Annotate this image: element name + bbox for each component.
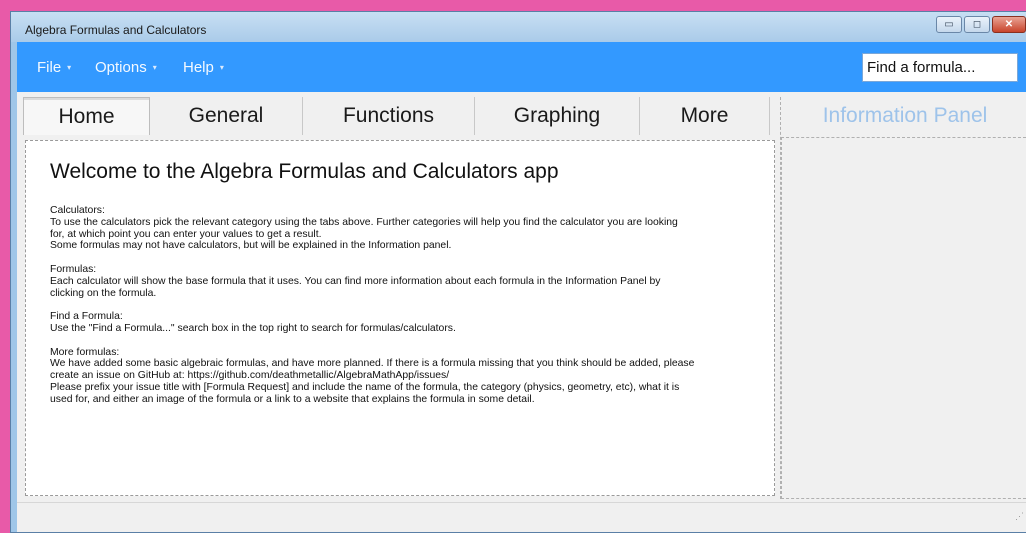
menu-options[interactable]: Options ▾ (95, 59, 157, 76)
tab-more[interactable]: More (640, 97, 770, 135)
minimize-button[interactable]: ▭ (936, 16, 962, 33)
tab-functions[interactable]: Functions (303, 97, 475, 135)
menu-help[interactable]: Help ▾ (183, 59, 224, 76)
menu-bar: File ▾ Options ▾ Help ▾ (17, 42, 1026, 92)
tab-home[interactable]: Home (23, 97, 150, 135)
section-heading: Formulas: (50, 263, 97, 275)
more-formulas-section: More formulas: We have added some basic … (50, 347, 750, 406)
menu-file-label: File (37, 59, 62, 76)
resize-grip-icon[interactable]: ⋰ (1015, 511, 1024, 522)
chevron-down-icon: ▾ (67, 63, 72, 72)
section-heading: Calculators: (50, 205, 105, 216)
section-heading: Find a Formula: (50, 311, 123, 323)
section-text: We have added some basic algebraic formu… (50, 358, 695, 370)
minimize-icon: ▭ (944, 19, 954, 30)
chevron-down-icon: ▾ (152, 63, 157, 72)
close-button[interactable]: ✕ (992, 16, 1026, 33)
section-text: for, at which point you can enter your v… (50, 228, 322, 240)
maximize-button[interactable]: ◻ (964, 16, 990, 33)
calculators-section: Calculators: To use the calculators pick… (50, 205, 750, 252)
section-text: Please prefix your issue title with [For… (50, 381, 680, 393)
find-formula-section: Find a Formula: Use the "Find a Formula.… (50, 311, 750, 335)
home-tab-content: Welcome to the Algebra Formulas and Calc… (25, 140, 775, 496)
chevron-down-icon: ▾ (219, 63, 224, 72)
section-text: Each calculator will show the base formu… (50, 275, 661, 287)
menu-help-label: Help (183, 59, 214, 76)
tab-graphing[interactable]: Graphing (475, 97, 640, 135)
welcome-body: Calculators: To use the calculators pick… (50, 205, 750, 417)
app-window: Algebra Formulas and Calculators ▭ ◻ ✕ F… (10, 11, 1026, 533)
client-area: File ▾ Options ▾ Help ▾ Home General Fun… (17, 42, 1026, 532)
menu-options-label: Options (95, 59, 147, 76)
section-heading: More formulas: (50, 346, 120, 358)
status-bar: ⋰ (17, 502, 1026, 524)
github-issues-link: create an issue on GitHub at: https://gi… (50, 370, 450, 382)
category-tabs: Home General Functions Graphing More (23, 97, 774, 135)
window-title: Algebra Formulas and Calculators (25, 23, 207, 37)
formulas-section: Formulas: Each calculator will show the … (50, 264, 750, 299)
section-text: To use the calculators pick the relevant… (50, 216, 678, 228)
tab-general[interactable]: General (150, 97, 303, 135)
menu-file[interactable]: File ▾ (37, 59, 71, 76)
section-text: clicking on the formula. (50, 287, 157, 299)
maximize-icon: ◻ (972, 19, 982, 30)
close-icon: ✕ (1004, 19, 1014, 30)
window-controls: ▭ ◻ ✕ (936, 16, 1026, 33)
information-panel-title: Information Panel (822, 104, 988, 127)
find-formula-search-input[interactable] (862, 53, 1018, 82)
title-bar[interactable]: Algebra Formulas and Calculators ▭ ◻ ✕ (11, 12, 1026, 42)
section-text: used for, and either an image of the for… (50, 393, 535, 405)
information-panel (781, 137, 1026, 499)
section-text: Use the "Find a Formula..." search box i… (50, 322, 456, 334)
section-text: Some formulas may not have calculators, … (50, 240, 452, 252)
welcome-heading: Welcome to the Algebra Formulas and Calc… (50, 160, 559, 183)
